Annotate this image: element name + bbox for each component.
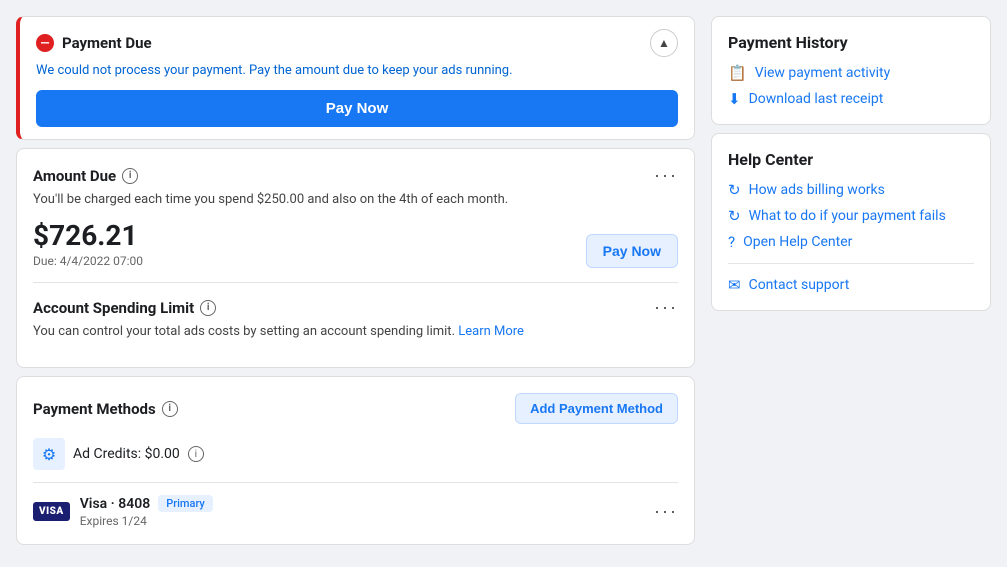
payment-methods-header: Payment Methods i Add Payment Method (33, 393, 678, 424)
learn-more-link[interactable]: Learn More (458, 324, 524, 339)
message-prefix: We could not process your payment. Pay t… (36, 63, 441, 78)
help-center-title: Help Center (728, 150, 974, 169)
collapse-icon: ▲ (658, 36, 670, 50)
spending-limit-menu-button[interactable]: ··· (654, 297, 678, 318)
help-center-card: Help Center ↻ How ads billing works ↻ Wh… (711, 133, 991, 311)
email-icon: ✉ (728, 276, 741, 294)
payment-due-title: — Payment Due (36, 34, 152, 52)
help-center-divider (728, 263, 974, 264)
big-amount: $726.21 (33, 219, 143, 252)
spending-limit-section: Account Spending Limit i ··· You can con… (33, 297, 678, 339)
payment-due-card: — Payment Due ▲ We could not process you… (16, 16, 695, 140)
payment-due-label: Payment Due (62, 34, 152, 52)
spending-limit-prefix: You can control your total ads costs by … (33, 324, 455, 339)
visa-title-row: Visa · 8408 Primary (80, 495, 644, 512)
message-link: ads running (441, 63, 509, 78)
amount-info: $726.21 Due: 4/4/2022 07:00 (33, 219, 143, 268)
payment-due-header: — Payment Due ▲ (36, 29, 678, 57)
spending-limit-info-icon[interactable]: i (200, 300, 216, 316)
calendar-icon: 📋 (728, 64, 747, 82)
contact-support-label: Contact support (749, 277, 850, 293)
primary-badge: Primary (158, 495, 213, 512)
payment-fails-link[interactable]: ↻ What to do if your payment fails (728, 207, 974, 225)
amount-due-card: Amount Due i ··· You'll be charged each … (16, 148, 695, 368)
open-help-center-link[interactable]: ? Open Help Center (728, 233, 974, 251)
download-receipt-link[interactable]: ⬇ Download last receipt (728, 90, 974, 108)
ad-credits-info-icon[interactable]: i (188, 446, 204, 462)
amount-due-label: Amount Due (33, 167, 116, 185)
spending-limit-label: Account Spending Limit (33, 299, 194, 317)
left-column: — Payment Due ▲ We could not process you… (16, 16, 695, 545)
payment-history-card: Payment History 📋 View payment activity … (711, 16, 991, 125)
view-payment-activity-link[interactable]: 📋 View payment activity (728, 64, 974, 82)
payment-due-icon: — (36, 34, 54, 52)
how-ads-billing-link[interactable]: ↻ How ads billing works (728, 181, 974, 199)
visa-menu-button[interactable]: ··· (654, 501, 678, 522)
visa-logo: VISA (33, 502, 70, 521)
payment-methods-info-icon[interactable]: i (162, 401, 178, 417)
payment-due-message: We could not process your payment. Pay t… (36, 63, 678, 78)
amount-due-subtitle: You'll be charged each time you spend $2… (33, 192, 678, 207)
pay-now-secondary-button[interactable]: Pay Now (586, 234, 678, 268)
payment-methods-title: Payment Methods i (33, 400, 178, 418)
ad-credits-label: Ad Credits: $0.00 (73, 446, 180, 462)
payment-history-title: Payment History (728, 33, 974, 52)
spending-limit-header: Account Spending Limit i ··· (33, 297, 678, 318)
payment-methods-label: Payment Methods (33, 400, 156, 418)
divider-1 (33, 282, 678, 283)
refresh-icon-1: ↻ (728, 181, 741, 199)
download-receipt-label: Download last receipt (749, 91, 884, 107)
pay-now-main-button[interactable]: Pay Now (36, 90, 678, 127)
how-ads-billing-label: How ads billing works (749, 182, 885, 198)
question-icon: ? (728, 233, 735, 251)
ad-credits-icon: ⚙ (33, 438, 65, 470)
right-column: Payment History 📋 View payment activity … (711, 16, 991, 545)
visa-name: Visa · 8408 (80, 496, 151, 512)
download-icon: ⬇ (728, 90, 741, 108)
payment-fails-label: What to do if your payment fails (749, 208, 946, 224)
visa-expiry: Expires 1/24 (80, 514, 644, 528)
amount-due-info-icon[interactable]: i (122, 168, 138, 184)
amount-due-header: Amount Due i ··· (33, 165, 678, 186)
visa-details: Visa · 8408 Primary Expires 1/24 (80, 495, 644, 528)
refresh-icon-2: ↻ (728, 207, 741, 225)
ad-credits-row: ⚙ Ad Credits: $0.00 i (33, 438, 678, 470)
amount-row: $726.21 Due: 4/4/2022 07:00 Pay Now (33, 219, 678, 268)
view-payment-activity-label: View payment activity (755, 65, 891, 81)
visa-row: VISA Visa · 8408 Primary Expires 1/24 ··… (33, 482, 678, 528)
collapse-button[interactable]: ▲ (650, 29, 678, 57)
add-payment-method-button[interactable]: Add Payment Method (515, 393, 678, 424)
amount-due-title: Amount Due i (33, 167, 138, 185)
due-date: Due: 4/4/2022 07:00 (33, 254, 143, 268)
contact-support-link[interactable]: ✉ Contact support (728, 276, 974, 294)
spending-limit-title: Account Spending Limit i (33, 299, 216, 317)
open-help-center-label: Open Help Center (743, 234, 852, 250)
message-suffix: . (509, 63, 512, 78)
amount-due-menu-button[interactable]: ··· (654, 165, 678, 186)
spending-limit-subtitle: You can control your total ads costs by … (33, 324, 678, 339)
payment-methods-card: Payment Methods i Add Payment Method ⚙ A… (16, 376, 695, 545)
